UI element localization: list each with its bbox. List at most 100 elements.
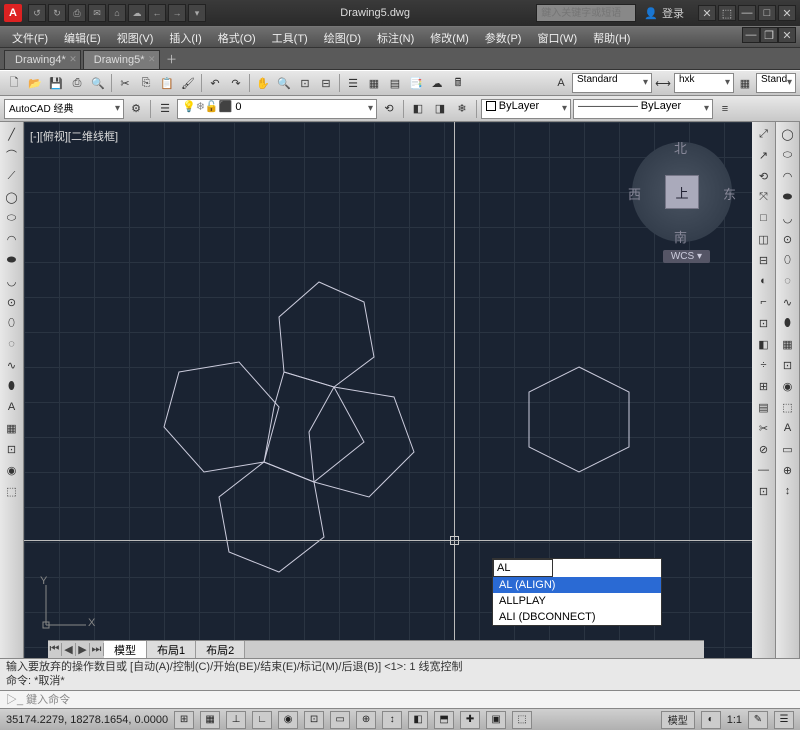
autocomplete-item[interactable]: ALI (DBCONNECT)	[493, 609, 661, 625]
mirror-icon[interactable]: ⤧	[754, 187, 774, 207]
menu-dim[interactable]: 标注(N)	[369, 27, 422, 47]
copy-obj-icon[interactable]: ↗	[754, 145, 774, 165]
status-btn[interactable]: ◉	[278, 711, 298, 729]
wcs-badge[interactable]: WCS ▾	[663, 250, 710, 263]
dim-icon[interactable]: ◉	[778, 376, 798, 396]
region-icon[interactable]: ◉	[2, 460, 22, 480]
autocomplete-item[interactable]: ALLPLAY	[493, 593, 661, 609]
status-btn[interactable]: ⊞	[174, 711, 194, 729]
dim-icon[interactable]: ⬚	[778, 397, 798, 417]
status-btn[interactable]: ▭	[330, 711, 350, 729]
zoom-icon[interactable]: 🔍	[274, 73, 294, 93]
status-btn[interactable]: ⬒	[434, 711, 454, 729]
viewcube[interactable]: 北 东 南 西 上	[632, 142, 732, 242]
qat-btn[interactable]: ←	[148, 4, 166, 22]
doc-close-icon[interactable]: ✕	[778, 27, 796, 43]
help-icon[interactable]: ⬚	[718, 5, 736, 21]
drawing-canvas[interactable]: [-][俯视][二维线框] 北 东 南 西 上 WCS ▾	[24, 122, 752, 658]
exchange-icon[interactable]: ✕	[698, 5, 716, 21]
properties-icon[interactable]: ☰	[343, 73, 363, 93]
command-input-row[interactable]: ▷_ 鍵入命令	[0, 690, 800, 708]
status-btn[interactable]: ↕	[382, 711, 402, 729]
gradient-icon[interactable]: ⊡	[2, 439, 22, 459]
fillet-icon[interactable]: ▤	[754, 397, 774, 417]
arc-icon[interactable]: ⌒	[2, 145, 22, 165]
spline-icon[interactable]: ⬯	[2, 313, 22, 333]
search-input[interactable]	[536, 4, 636, 22]
command-line[interactable]: 输入要放弃的操作数目或 [自动(A)/控制(C)/开始(BE)/结束(E)/标记…	[0, 658, 800, 690]
ellipse2-icon[interactable]: ◌	[2, 334, 22, 354]
minimize-icon[interactable]: —	[738, 5, 756, 21]
qat-btn[interactable]: ✉	[88, 4, 106, 22]
dim-style-select[interactable]: hxk	[674, 73, 734, 93]
table-style-select[interactable]: Stand	[756, 73, 796, 93]
menu-help[interactable]: 帮助(H)	[585, 27, 638, 47]
account-area[interactable]: 👤 登录	[644, 5, 684, 21]
revcloud-icon[interactable]: ∿	[2, 355, 22, 375]
status-btn[interactable]: ☰	[774, 711, 794, 729]
zoom-prev-icon[interactable]: ⊟	[316, 73, 336, 93]
qat-btn[interactable]: ▾	[188, 4, 206, 22]
qat-btn[interactable]: ↻	[48, 4, 66, 22]
linetype-select[interactable]: —————— ByLayer	[573, 99, 713, 119]
dim-icon[interactable]: ▭	[778, 439, 798, 459]
erase-icon[interactable]: ⊘	[754, 439, 774, 459]
stretch-icon[interactable]: ◐	[754, 271, 774, 291]
break-icon[interactable]: ◧	[754, 334, 774, 354]
dim-icon[interactable]: ⊕	[778, 460, 798, 480]
tab-last-icon[interactable]: ⏭	[90, 643, 104, 656]
pan-icon[interactable]: ✋	[253, 73, 273, 93]
dim-icon[interactable]: ⬬	[778, 187, 798, 207]
dim-icon[interactable]: ⬮	[778, 313, 798, 333]
qat-btn[interactable]: ↺	[28, 4, 46, 22]
layout-tab[interactable]: 布局2	[196, 641, 245, 659]
compass-north[interactable]: 北	[674, 138, 687, 157]
save-icon[interactable]: 💾	[46, 73, 66, 93]
color-select[interactable]: ByLayer	[481, 99, 571, 119]
status-btn[interactable]: ⊡	[304, 711, 324, 729]
qat-btn[interactable]: ☁	[128, 4, 146, 22]
tab-prev-icon[interactable]: ◀	[62, 643, 76, 656]
menu-view[interactable]: 视图(V)	[109, 27, 162, 47]
print-icon[interactable]: ⎙	[67, 73, 87, 93]
circle-icon[interactable]: ◯	[2, 187, 22, 207]
status-btn[interactable]: ∟	[252, 711, 272, 729]
workspace-select[interactable]: AutoCAD 经典	[4, 99, 124, 119]
new-tab-icon[interactable]: ＋	[162, 49, 182, 69]
tool-icon[interactable]: ⊡	[754, 481, 774, 501]
lineweight-icon[interactable]: ≡	[715, 99, 735, 119]
toolpalette-icon[interactable]: ▤	[385, 73, 405, 93]
status-btn[interactable]: ⬚	[512, 711, 532, 729]
layout-tab[interactable]: 布局1	[147, 641, 196, 659]
table-style-icon[interactable]: ▦	[735, 73, 755, 93]
menu-format[interactable]: 格式(O)	[210, 27, 264, 47]
layer-select[interactable]: 💡❄🔓⬛ 0	[177, 99, 377, 119]
dim-icon[interactable]: A	[778, 418, 798, 438]
text-icon[interactable]: A	[2, 397, 22, 417]
layer-uniso-icon[interactable]: ◨	[430, 99, 450, 119]
close-tab-icon[interactable]: ✕	[69, 54, 77, 65]
zoom-window-icon[interactable]: ⊡	[295, 73, 315, 93]
dim-icon[interactable]: ◡	[778, 208, 798, 228]
paste-icon[interactable]: 📋	[157, 73, 177, 93]
dim-icon[interactable]: ⊙	[778, 229, 798, 249]
close-tab-icon[interactable]: ✕	[148, 54, 156, 65]
menu-insert[interactable]: 插入(I)	[161, 27, 209, 47]
dynamic-input[interactable]	[493, 559, 553, 577]
dim-icon[interactable]: ∿	[778, 292, 798, 312]
doc-minimize-icon[interactable]: —	[742, 27, 760, 43]
status-btn[interactable]: ◧	[408, 711, 428, 729]
arc2-icon[interactable]: ◠	[2, 229, 22, 249]
dim-icon[interactable]: ⬯	[778, 250, 798, 270]
anno-scale[interactable]: 1:1	[727, 714, 742, 726]
layer-prop-icon[interactable]: ☰	[155, 99, 175, 119]
point-icon[interactable]: ⬮	[2, 376, 22, 396]
menu-modify[interactable]: 修改(M)	[422, 27, 477, 47]
trim-icon[interactable]: ⌐	[754, 292, 774, 312]
scale-icon[interactable]: ⊟	[754, 250, 774, 270]
model-space-btn[interactable]: 模型	[661, 711, 695, 729]
tool-icon[interactable]: —	[754, 460, 774, 480]
rotate-icon[interactable]: ⟲	[754, 166, 774, 186]
status-btn[interactable]: ⊕	[356, 711, 376, 729]
copy-icon[interactable]: ⎘	[136, 73, 156, 93]
